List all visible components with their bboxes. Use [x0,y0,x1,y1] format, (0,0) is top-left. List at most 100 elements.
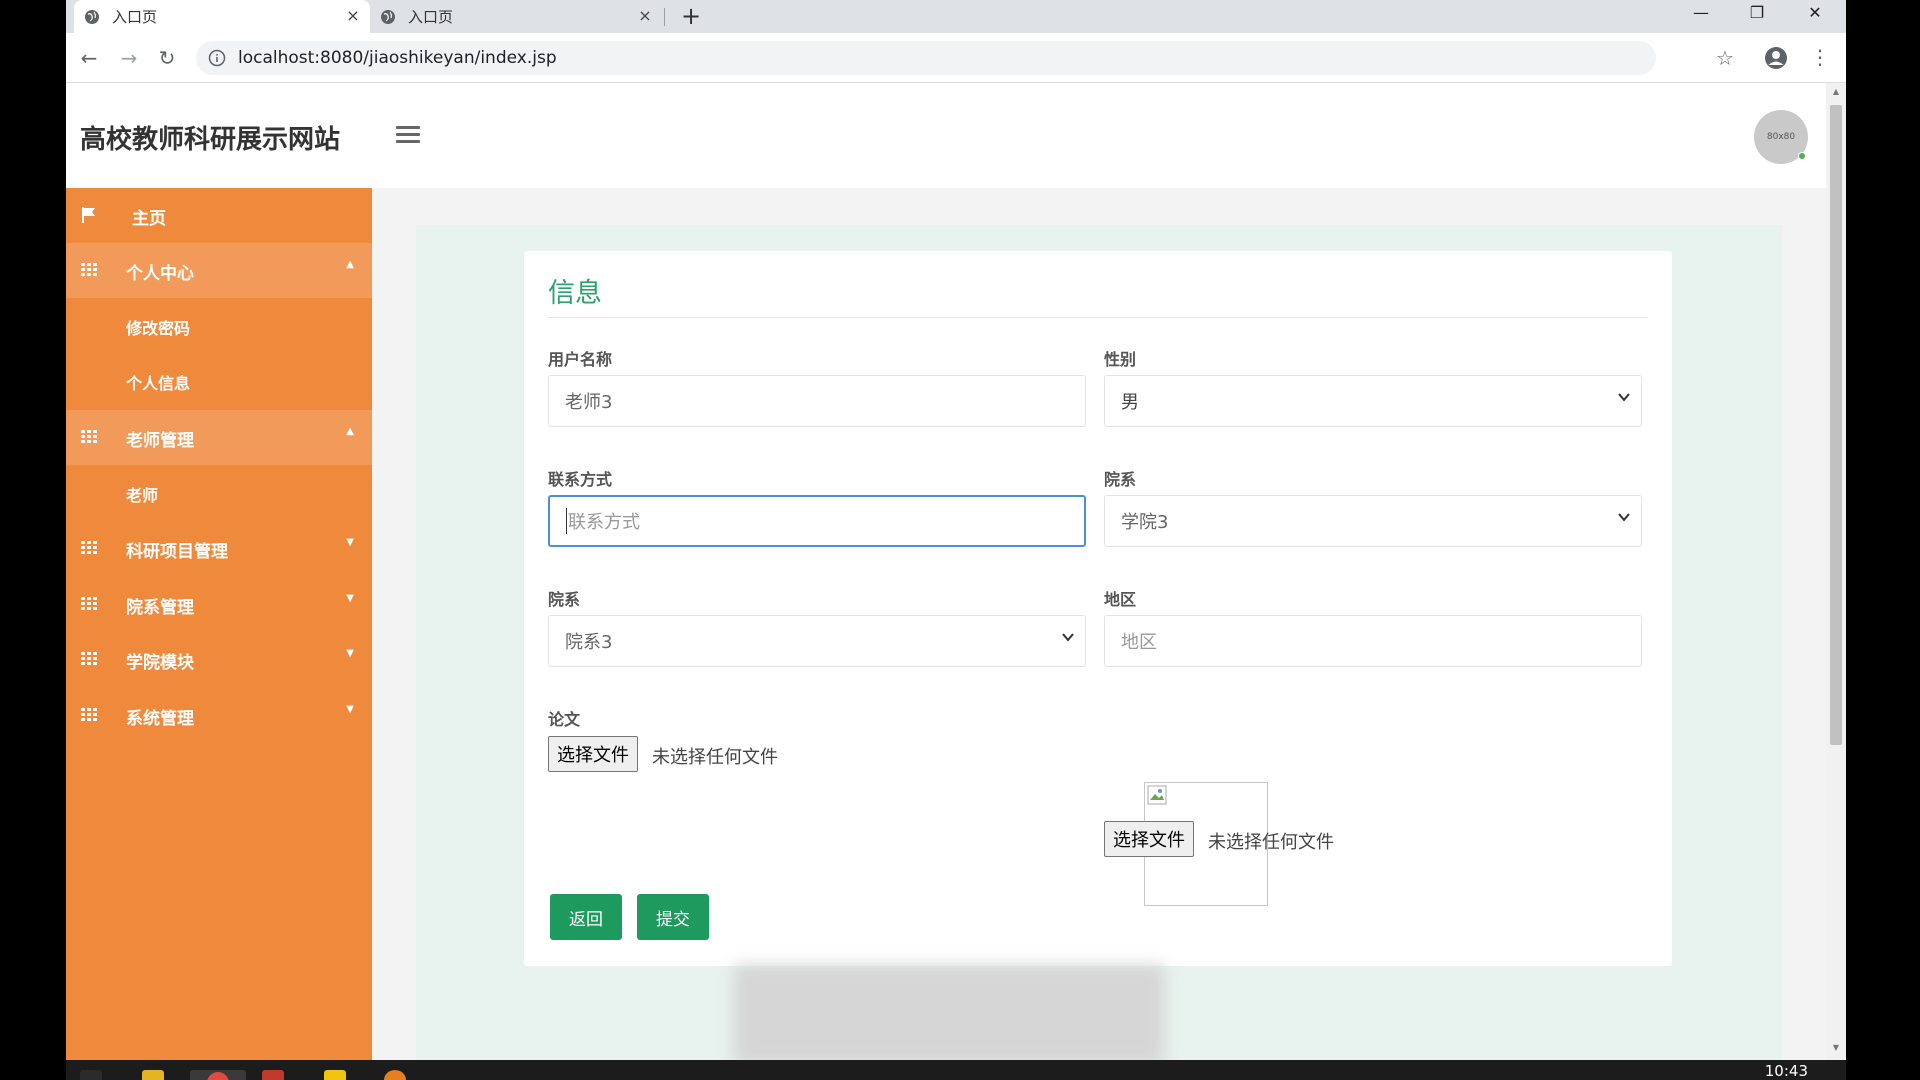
college-value: 学院3 [1121,512,1169,533]
site-header: 高校教师科研展示网站 80x80 [66,83,1826,188]
browser-window: 入口页 × 入口页 × + — ❐ ✕ ← → ↻ localhost:8080… [66,0,1846,1060]
avatar-choose-file-button[interactable]: 选择文件 [1104,821,1194,857]
form-title: 信息 [548,278,602,309]
flag-icon [82,207,95,223]
app-icon[interactable] [324,1070,346,1080]
sidebar-item-personal-center[interactable]: 个人中心 ▲ [66,243,372,298]
scrollbar-thumb[interactable] [1830,105,1842,745]
hamburger-menu-icon[interactable] [396,126,420,144]
blurred-overlay [734,965,1164,1065]
bookmark-star-icon[interactable]: ☆ [1716,46,1734,70]
sidebar-item-department-management[interactable]: 院系管理 ▼ [66,577,372,632]
sidebar-item-label: 老师管理 [126,431,194,451]
grid-icon [81,430,97,443]
college-select[interactable]: 学院3 [1104,495,1642,547]
tab-close-icon[interactable]: × [636,7,654,25]
page-scrollbar[interactable]: ▲ ▼ [1826,83,1846,1060]
chevron-down-icon: ▼ [346,537,354,548]
region-placeholder: 地区 [1121,632,1157,653]
back-button[interactable]: ← [76,45,102,71]
close-window-button[interactable]: ✕ [1792,0,1838,28]
avatar[interactable]: 80x80 [1754,110,1808,164]
department-value: 院系3 [565,632,613,653]
contact-label: 联系方式 [548,470,613,489]
back-button[interactable]: 返回 [550,894,622,940]
username-label: 用户名称 [548,350,613,369]
sidebar-item-label: 学院模块 [126,653,194,673]
sidebar-item-label: 主页 [132,209,166,229]
page-viewport: 高校教师科研展示网站 80x80 主页 个人中心 ▲ 修改密码 个人信息 老师管… [66,83,1826,1060]
scroll-up-arrow-icon[interactable]: ▲ [1831,87,1841,97]
sidebar-item-teacher-management[interactable]: 老师管理 ▲ [66,410,372,465]
taskbar-clock: 10:43 [1764,1062,1808,1080]
gender-select[interactable]: 男 [1104,375,1642,427]
tab-close-icon[interactable]: × [344,7,362,25]
new-tab-button[interactable]: + [678,4,704,30]
os-taskbar: 10:43 [66,1060,1846,1080]
grid-icon [81,708,97,721]
chevron-up-icon: ▲ [346,259,354,270]
address-bar[interactable]: localhost:8080/jiaoshikeyan/index.jsp [196,41,1656,75]
gender-value: 男 [1121,392,1139,413]
tab-title: 入口页 [408,8,454,26]
sidebar-item-label: 修改密码 [126,319,191,338]
url-text: localhost:8080/jiaoshikeyan/index.jsp [238,48,557,68]
avatar-no-file-text: 未选择任何文件 [1208,832,1334,853]
sidebar: 主页 个人中心 ▲ 修改密码 个人信息 老师管理 ▲ 老师 科研项目管理 ▼ 院… [66,188,372,1060]
paper-choose-file-button[interactable]: 选择文件 [548,736,638,772]
sidebar-item-system-management[interactable]: 系统管理 ▼ [66,688,372,743]
sidebar-item-label: 院系管理 [126,598,194,618]
username-input[interactable]: 老师3 [548,375,1086,427]
sidebar-subitem-personal-info[interactable]: 个人信息 [66,353,372,408]
minimize-button[interactable]: — [1678,0,1724,28]
site-title: 高校教师科研展示网站 [80,125,341,155]
tab-inactive[interactable]: 入口页 × [370,0,662,33]
title-divider [548,317,1648,318]
grid-icon [81,652,97,665]
username-value: 老师3 [565,392,613,413]
tab-strip: 入口页 × 入口页 × + — ❐ ✕ [66,0,1846,33]
region-input[interactable]: 地区 [1104,615,1642,667]
submit-button[interactable]: 提交 [637,894,709,940]
department-label: 院系 [548,590,581,609]
info-icon[interactable] [208,49,226,67]
sidebar-item-home[interactable]: 主页 [66,188,372,243]
contact-placeholder: 联系方式 [566,508,640,534]
online-status-dot [1798,152,1806,160]
scroll-down-arrow-icon[interactable]: ▼ [1831,1043,1841,1053]
browser-toolbar: ← → ↻ localhost:8080/jiaoshikeyan/index.… [66,33,1846,83]
sidebar-subitem-change-password[interactable]: 修改密码 [66,298,372,353]
sidebar-item-label: 老师 [126,486,159,505]
grid-icon [81,597,97,610]
app-icon[interactable] [262,1070,284,1080]
chevron-down-icon: ▼ [346,704,354,715]
reload-button[interactable]: ↻ [154,45,180,71]
sidebar-item-label: 个人信息 [126,374,191,393]
restore-button[interactable]: ❐ [1734,0,1780,28]
sidebar-item-research-projects[interactable]: 科研项目管理 ▼ [66,521,372,576]
tab-active[interactable]: 入口页 × [74,0,370,33]
department-select[interactable]: 院系3 [548,615,1086,667]
tab-separator [664,8,665,26]
contact-input[interactable]: 联系方式 [548,495,1086,547]
broken-image-icon [1147,785,1167,805]
globe-icon [381,9,395,24]
browser-menu-icon[interactable]: ⋮ [1810,43,1830,71]
chevron-down-icon [1618,513,1630,522]
chevron-down-icon: ▼ [346,648,354,659]
sidebar-item-college-module[interactable]: 学院模块 ▼ [66,632,372,687]
paper-no-file-text: 未选择任何文件 [652,747,778,768]
region-label: 地区 [1104,590,1137,609]
grid-icon [81,541,97,554]
sidebar-item-label: 科研项目管理 [126,542,228,562]
grid-icon [81,263,97,276]
account-icon[interactable] [1764,46,1788,70]
chrome-taskbar-icon[interactable] [190,1070,246,1080]
app-icon[interactable] [384,1070,406,1080]
paper-label: 论文 [548,710,581,729]
file-explorer-icon[interactable] [142,1070,164,1080]
sidebar-subitem-teacher[interactable]: 老师 [66,465,372,520]
start-icon[interactable] [80,1070,102,1080]
forward-button[interactable]: → [116,45,142,71]
sidebar-item-label: 系统管理 [126,709,194,729]
